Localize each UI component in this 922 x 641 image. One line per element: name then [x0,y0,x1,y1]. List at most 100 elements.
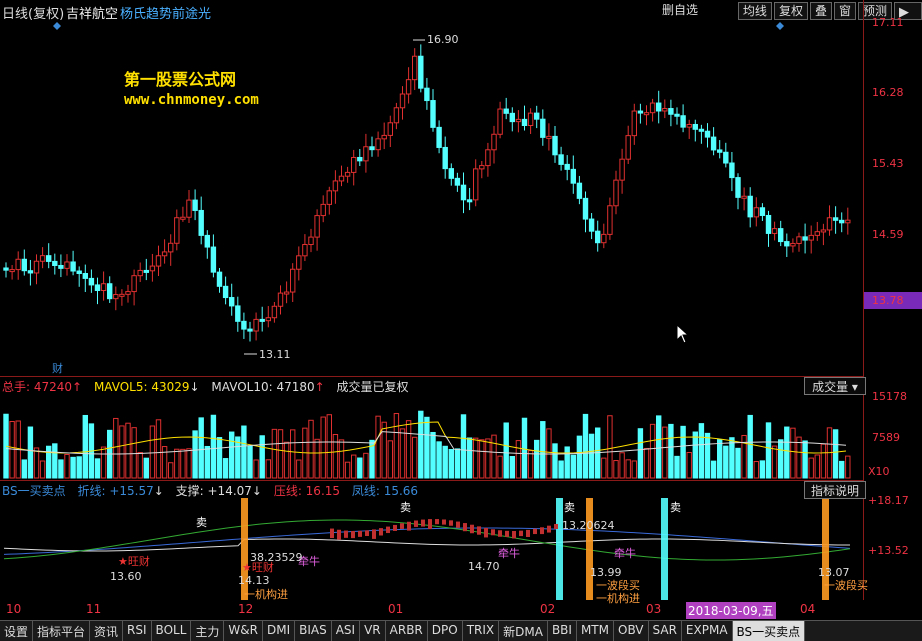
candle [314,215,320,238]
candle [668,108,674,115]
tab-11[interactable]: ARBR [386,621,428,641]
tab-14[interactable]: 新DMA [499,621,548,641]
candle [125,291,131,295]
volume-bar [332,434,339,479]
tab-2[interactable]: 资讯 [90,621,124,641]
volume-bar [637,428,644,479]
volume-bar [58,459,64,479]
candle [332,180,339,192]
candle [363,146,369,162]
volume-bar [46,445,52,479]
bs-mini-candle [547,525,551,533]
bs-mini-candle [498,530,502,537]
candle [161,251,168,257]
volume-bar [64,453,70,479]
bs-zhicheng: 支撑: +14.07 [175,484,252,498]
candle [198,209,204,236]
indicator-tabs: 设置 指标平台 资讯 RSI BOLL 主力 W&R DMI BIAS ASI VR ARBR DPO T… [0,620,922,641]
volume-bar [210,414,217,479]
volume-bar [39,460,46,479]
candle [180,216,186,220]
tab-8[interactable]: BIAS [295,621,332,641]
bs-mini-candle [526,529,530,537]
candle [326,190,333,205]
tab-16[interactable]: MTM [577,621,614,641]
volume-bar [241,425,247,479]
bs-mini-candle [400,523,404,529]
price-chart[interactable] [0,0,864,600]
volume-bar [338,439,345,479]
tab-6[interactable]: W&R [224,621,263,641]
volume-bar [442,445,448,479]
volume-bar [168,462,174,479]
bs-zhexian: 折线: +15.57 [77,484,154,498]
tab-7[interactable]: DMI [263,621,296,641]
candle [241,320,247,330]
bs-mini-candle [463,523,467,532]
tab-12[interactable]: DPO [428,621,463,641]
tab-10[interactable]: VR [360,621,386,641]
candle [186,199,192,218]
volume-bar [588,433,595,479]
volume-bar [253,459,259,479]
candle [107,283,113,300]
candle [656,102,662,112]
volume-bar [497,455,503,479]
candle [119,293,125,297]
candle [692,123,698,130]
candle [778,228,784,243]
volume-unit: X10 [868,465,890,478]
candle [460,184,467,201]
bs-mini-candle [358,530,362,537]
bs-mini-candle [449,520,453,526]
volume-bar [412,436,418,479]
volume-tick-2: 7589 [872,431,900,444]
candle [253,318,259,332]
candle [625,135,631,160]
bs-indicator-name[interactable]: BS一买卖点 [2,484,66,498]
volume-dropdown[interactable]: 成交量 ▾ [804,377,866,395]
candle [802,236,808,241]
bs-mini-candle [421,519,425,527]
volume-bar [515,440,522,479]
candle [845,219,851,224]
candle [387,122,394,136]
volume-bar [674,455,680,479]
candle [759,207,766,216]
volume-bar [534,439,540,479]
date-axis: 10 11 12 01 02 03 2018-03-09,五 04 [0,602,864,619]
volume-bar [125,422,131,479]
volume-bar [326,414,333,479]
tab-20[interactable]: BS一买卖点 [732,621,806,641]
tab-9[interactable]: ASI [332,621,361,641]
volume-bar [521,417,528,479]
tab-13[interactable]: TRIX [463,621,500,641]
volume-bar [649,423,656,479]
tab-15[interactable]: BBI [548,621,577,641]
volume-bar [198,417,204,479]
candle [155,255,162,267]
volume-bar [619,452,625,479]
tab-18[interactable]: SAR [649,621,682,641]
volume-bar [540,421,546,479]
volume-bar [729,437,735,479]
tab-1[interactable]: 指标平台 [33,621,91,641]
tab-5[interactable]: 主力 [191,621,225,641]
volume-bar [735,447,741,479]
volume-bar [796,436,802,479]
candle [143,269,150,273]
volume-bar [509,456,516,479]
volume-bar [643,447,650,479]
tab-4[interactable]: BOLL [152,621,192,641]
candle [552,135,558,156]
finance-marker[interactable]: 财 [52,360,63,376]
tab-19[interactable]: EXPMA [682,621,733,641]
indicator-help-button[interactable]: 指标说明 [804,481,866,499]
down-arrow-icon: ↓ [153,484,164,498]
tab-17[interactable]: OBV [614,621,649,641]
tab-0[interactable]: 设置 [0,621,34,641]
volume-bar [601,457,607,479]
tab-3[interactable]: RSI [123,621,152,641]
chevron-down-icon: ▾ [851,380,858,394]
volume-bar [186,448,192,479]
